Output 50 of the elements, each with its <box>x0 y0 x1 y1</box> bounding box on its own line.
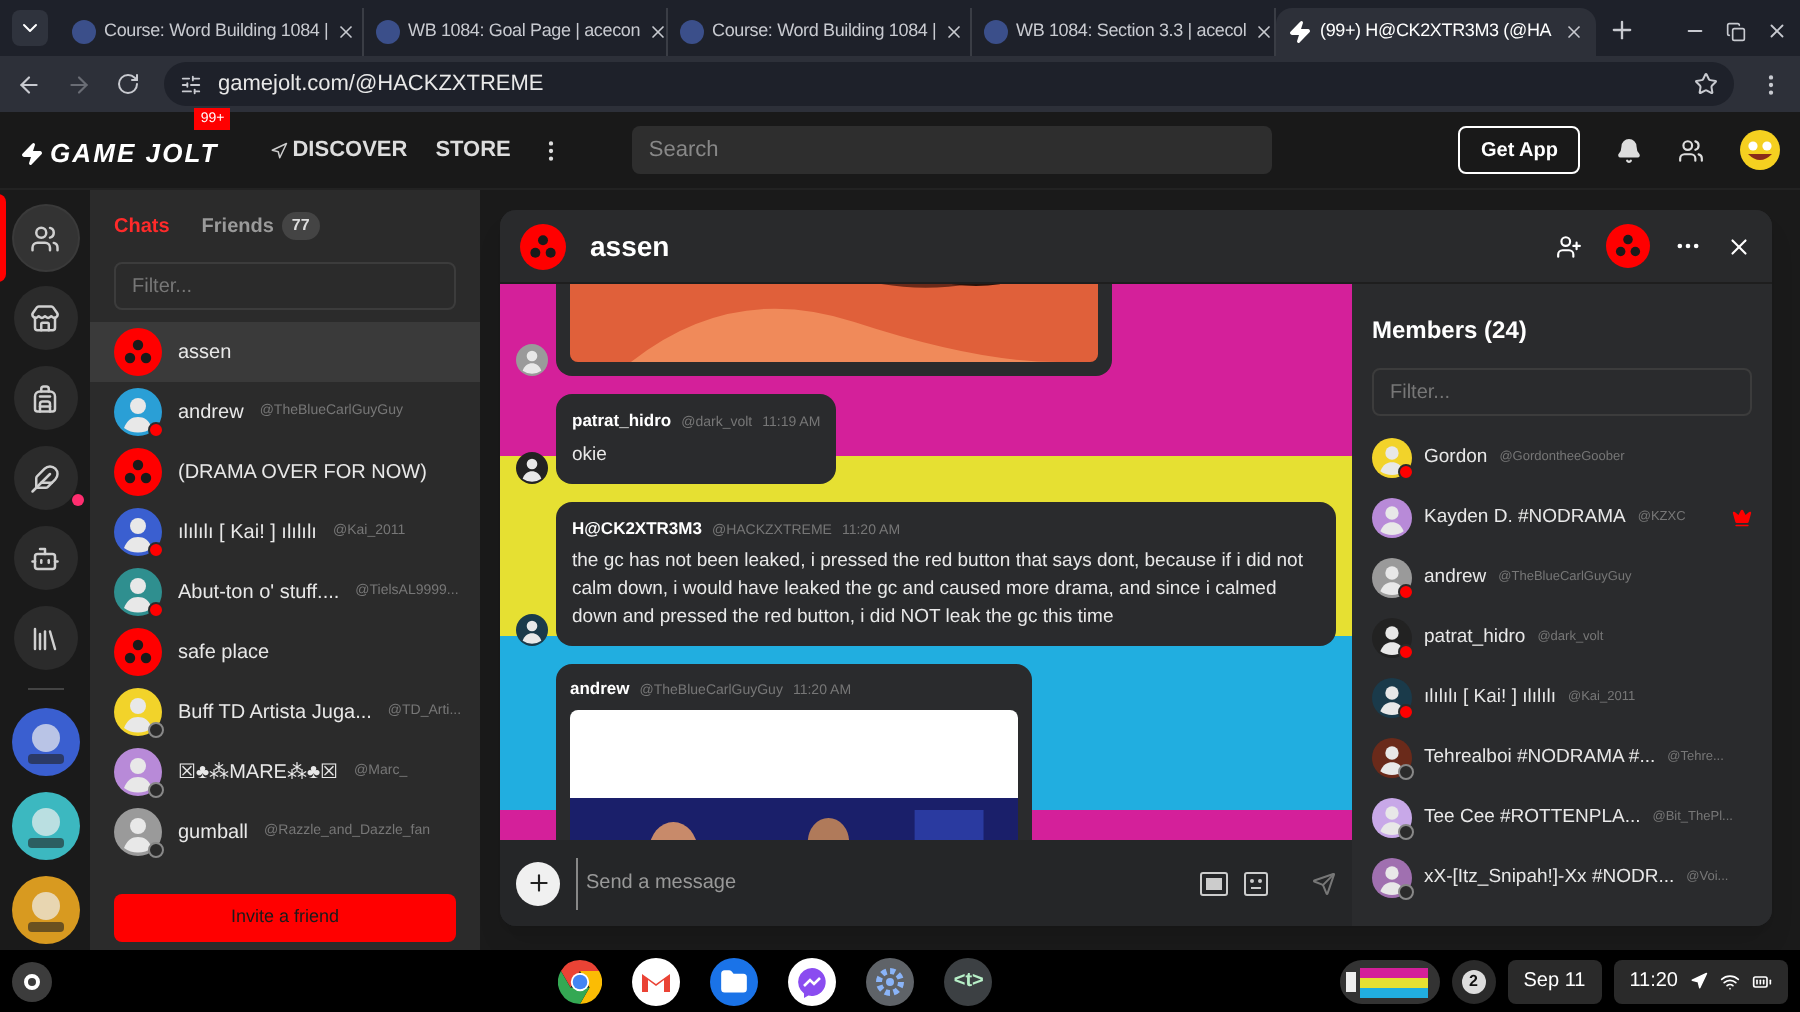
sidebar-tab[interactable]: Chats <box>114 211 170 241</box>
site-logo[interactable]: GAME JOLT <box>50 134 219 174</box>
member-name: Tehrealboi #NODRAMA #... <box>1424 743 1656 772</box>
browser-tab[interactable]: (99+) H@CK2XTR3M3 (@HA <box>1276 8 1596 56</box>
url-text: gamejolt.com/@HACKZXTREME <box>218 69 544 100</box>
member-name: andrew <box>1424 563 1487 592</box>
chat-name: ☒♣⁂MARE⁂♣☒ <box>178 759 339 787</box>
app-launcher-icon[interactable]: <t> <box>944 957 993 1005</box>
chat-list-item[interactable]: (DRAMA OVER FOR NOW) <box>90 442 480 502</box>
nav-link[interactable]: DISCOVER <box>292 133 408 167</box>
address-field[interactable]: gamejolt.com/@HACKZXTREME <box>164 62 1734 106</box>
status-tray[interactable]: 11:20 <box>1613 959 1788 1003</box>
chat-title: assen <box>590 227 670 265</box>
member-name: ılılılı [ Kai! ] ılılılı <box>1424 683 1556 712</box>
members-filter-field[interactable]: Filter... <box>1372 368 1752 416</box>
member-name: Tee Cee #ROTTENPLA... <box>1424 803 1641 832</box>
message-text: the gc has not been leaked, i pressed the red button that says dont, because if i did not calm down, i would have leaked the gc and caused more drama, and since i calmed down and pressed the red button, i did NOT leak the gc this time <box>572 548 1305 632</box>
chat-name: safe place <box>178 639 270 667</box>
member-name: Gordon <box>1424 443 1488 472</box>
date-button[interactable]: Sep 11 <box>1507 959 1602 1003</box>
nav-link[interactable]: STORE <box>435 133 511 167</box>
friend-count: 77 <box>281 212 320 240</box>
chat-name: ılılılı [ Kai! ] ılılılı <box>178 519 317 547</box>
tab-title: WB 1084: Section 3.3 | acecol <box>1016 18 1247 45</box>
member-name: patrat_hidro <box>1424 623 1526 652</box>
chat-name: Abut-ton o' stuff.... <box>178 579 340 607</box>
chat-name: (DRAMA OVER FOR NOW) <box>178 459 427 487</box>
tab-title: (99+) H@CK2XTR3M3 (@HA <box>1320 18 1554 45</box>
chat-name: Buff TD Artista Juga... <box>178 699 372 727</box>
member-name: xX-[Itz_Snipah!]-Xx #NODR... <box>1424 863 1675 892</box>
message-author: patrat_hidro <box>572 408 672 434</box>
chat-list-item[interactable]: assen <box>90 322 480 382</box>
notification-count[interactable]: 2 <box>1451 959 1496 1003</box>
get-app-button[interactable]: Get App <box>1458 126 1580 174</box>
chat-name: andrew <box>178 399 244 427</box>
chat-name: gumball <box>178 819 249 847</box>
invite-button[interactable]: Invite a friend <box>114 894 456 942</box>
chat-name: assen <box>178 339 232 367</box>
filter-field[interactable]: Filter... <box>114 262 456 310</box>
tab-title: Course: Word Building 1084 | <box>104 18 329 45</box>
search-field[interactable]: Search <box>632 126 1273 174</box>
tab-title: WB 1084: Goal Page | acecon <box>408 18 641 45</box>
message-author: andrew <box>570 676 630 702</box>
members-title: Members (24) <box>1372 314 1529 348</box>
member-name: Kayden D. #NODRAMA <box>1424 503 1626 532</box>
message-text: okie <box>572 441 609 469</box>
sidebar-tab[interactable]: Friends 77 <box>201 211 320 241</box>
tab-title: Course: Word Building 1084 | <box>712 18 937 45</box>
chat-list-item[interactable]: safe place <box>90 622 480 682</box>
message-author: H@CK2XTR3M3 <box>572 515 702 541</box>
